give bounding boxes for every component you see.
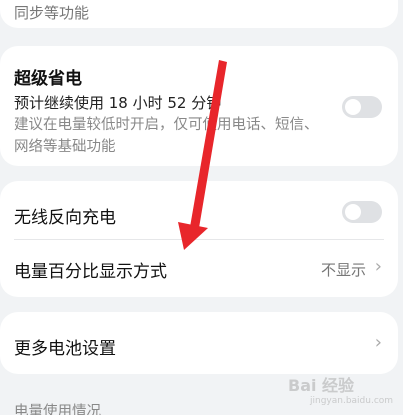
more-battery-settings-item[interactable]: 更多电池设置 › <box>0 312 398 374</box>
power-saver-card[interactable]: 超级省电 预计继续使用 18 小时 52 分钟 建议在电量较低时开启，仅可使用电… <box>0 46 398 166</box>
sync-card-description: 同步等功能 <box>14 4 90 22</box>
more-battery-settings-label: 更多电池设置 <box>14 339 116 359</box>
toggle-knob <box>345 99 361 115</box>
wireless-reverse-charging-label: 无线反向充电 <box>14 208 116 228</box>
power-saver-title: 超级省电 <box>14 69 82 89</box>
battery-settings-page: 同步等功能 超级省电 预计继续使用 18 小时 52 分钟 建议在电量较低时开启… <box>0 0 403 415</box>
charging-options-card: 无线反向充电 电量百分比显示方式 不显示 › <box>0 181 398 297</box>
battery-percentage-value[interactable]: 不显示 <box>321 259 366 280</box>
watermark-logo: Bai 经验 jingyan.baidu.com <box>288 372 393 406</box>
toggle-knob <box>345 204 361 220</box>
power-saver-toggle[interactable] <box>342 96 382 118</box>
chevron-right-icon[interactable]: › <box>375 256 382 277</box>
usage-section-title: 电量使用情况 <box>14 404 101 415</box>
wireless-reverse-charging-toggle[interactable] <box>342 201 382 223</box>
watermark-text: Bai 经验 <box>288 376 355 395</box>
power-saver-estimate: 预计继续使用 18 小时 52 分钟 <box>14 94 222 112</box>
battery-percentage-label[interactable]: 电量百分比显示方式 <box>14 257 167 282</box>
sync-card: 同步等功能 <box>0 0 398 28</box>
chevron-right-icon[interactable]: › <box>375 332 382 353</box>
power-saver-description: 建议在电量较低时开启，仅可使用电话、短信、网络等基础功能 <box>14 117 319 155</box>
watermark-subtext: jingyan.baidu.com <box>310 396 394 406</box>
divider <box>14 239 384 240</box>
